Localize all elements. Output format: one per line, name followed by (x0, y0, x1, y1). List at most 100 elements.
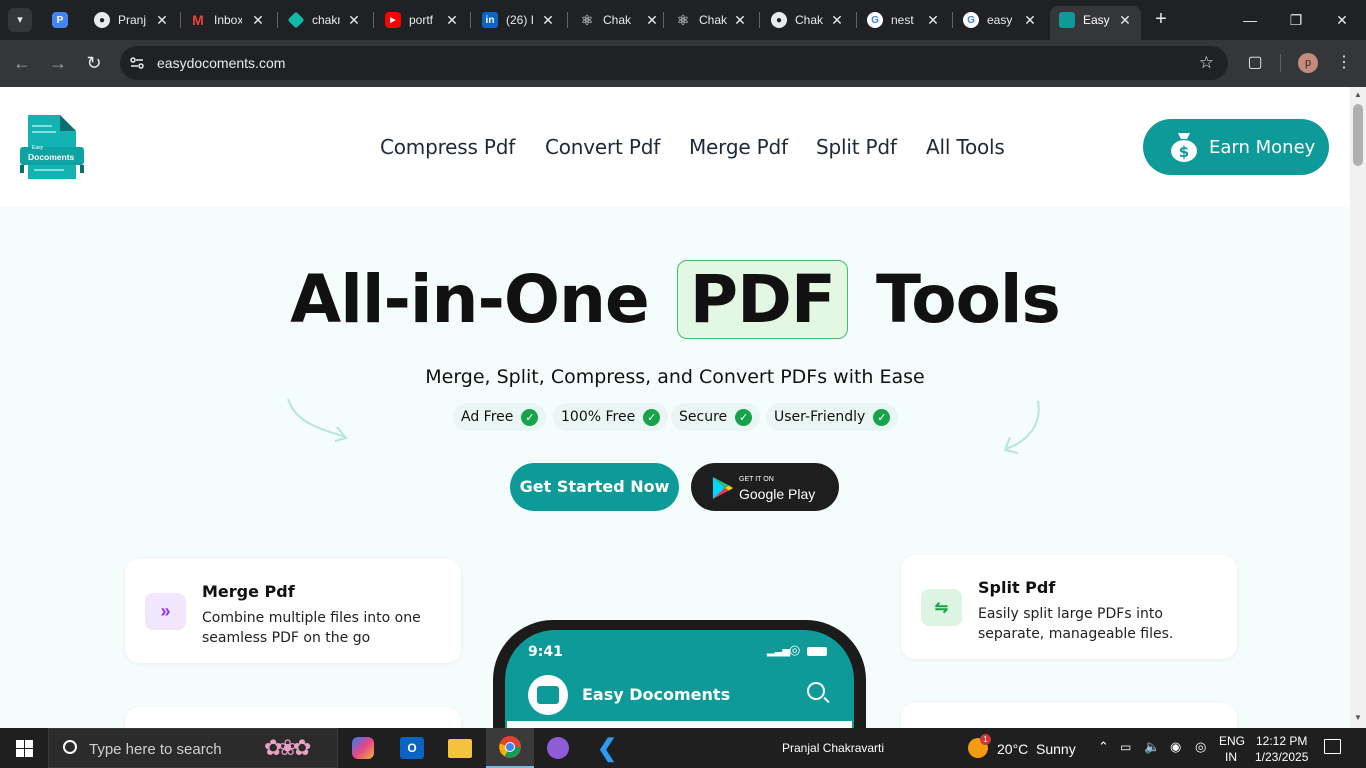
scrollbar-thumb[interactable] (1353, 104, 1363, 166)
close-icon[interactable]: ✕ (1115, 10, 1135, 30)
close-icon[interactable]: ✕ (923, 10, 943, 30)
tab-9[interactable]: G nest ✕ (867, 6, 943, 34)
close-icon[interactable]: ✕ (344, 10, 364, 30)
taskbar-github-desktop[interactable] (534, 728, 582, 768)
get-started-button[interactable]: Get Started Now (510, 463, 679, 511)
forward-button[interactable]: → (46, 52, 70, 76)
close-icon[interactable]: ✕ (730, 10, 750, 30)
close-icon[interactable]: ✕ (827, 10, 847, 30)
close-icon[interactable]: ✕ (538, 10, 558, 30)
restore-button[interactable]: ❐ (1284, 8, 1308, 32)
tab-separator (663, 12, 664, 28)
windows-taskbar: Type here to search ✿❀✿ O ❮ Pranjal Chak… (0, 728, 1366, 768)
github-icon: ● (771, 12, 787, 28)
earn-money-label: Earn Money (1209, 136, 1316, 158)
site-logo[interactable]: Easy Docoments (20, 115, 84, 179)
weather-condition: Sunny (1036, 741, 1076, 757)
tab-title: Pranj (118, 13, 146, 27)
wifi-icon[interactable]: ◎ (1195, 739, 1206, 755)
menu-kebab-icon[interactable]: ⋮ (1334, 52, 1354, 74)
lang-line1: ENG (1219, 734, 1246, 748)
taskbar-outlook[interactable]: O (388, 728, 436, 768)
clock-date: 1/23/2025 (1255, 750, 1309, 764)
tab-8[interactable]: ● Chak ✕ (771, 6, 847, 34)
google-play-button[interactable]: GET IT ON Google Play (691, 463, 839, 511)
reload-button[interactable]: ↻ (82, 52, 106, 76)
notification-center-button[interactable] (1318, 736, 1348, 760)
weather-widget[interactable]: 1 20°C Sunny (966, 734, 1086, 762)
address-bar[interactable]: easydocoments.com ☆ (120, 46, 1228, 80)
react-icon: ⚛ (676, 11, 690, 28)
nav-all-tools[interactable]: All Tools (926, 135, 1005, 159)
nav-split-pdf[interactable]: Split Pdf (816, 135, 897, 159)
hero-title-before: All-in-One (290, 261, 650, 338)
close-icon[interactable]: ✕ (152, 10, 172, 30)
close-icon[interactable]: ✕ (1020, 10, 1040, 30)
feature-card-merge[interactable]: » Merge Pdf Combine multiple files into … (125, 559, 461, 663)
close-window-button[interactable]: ✕ (1330, 8, 1354, 32)
tab-7[interactable]: ⚛ Chak ✕ (675, 6, 750, 34)
tab-5[interactable]: in (26) I ✕ (482, 6, 558, 34)
taskbar-file-explorer[interactable] (436, 728, 484, 768)
taskbar-copilot[interactable] (339, 728, 387, 768)
feature-card-partial-right[interactable] (901, 703, 1237, 728)
site-settings-icon[interactable] (129, 55, 145, 71)
tab-11[interactable]: Easy ✕ (1059, 6, 1135, 34)
tab-4[interactable]: ▶ portf ✕ (385, 6, 462, 34)
start-button[interactable] (0, 728, 48, 768)
meet-now-icon[interactable]: ◉ (1170, 739, 1181, 755)
tab-separator (759, 12, 760, 28)
badge-label: Secure (679, 409, 728, 425)
easydocs-icon (1059, 12, 1075, 28)
tab-1[interactable]: ● Pranj ✕ (94, 6, 172, 34)
profile-avatar[interactable]: p (1298, 53, 1318, 73)
language-indicator[interactable]: ENG IN (1212, 732, 1246, 764)
nav-merge-pdf[interactable]: Merge Pdf (689, 135, 788, 159)
system-clock[interactable]: 12:12 PM 1/23/2025 (1250, 732, 1312, 764)
nav-convert-pdf[interactable]: Convert Pdf (545, 135, 660, 159)
browser-toolbar: ← → ↻ easydocoments.com ☆ ▢ p ⋮ (0, 40, 1366, 87)
feature-card-partial-left[interactable] (125, 707, 461, 728)
page-scrollbar[interactable]: ▲ ▼ (1350, 87, 1366, 728)
tab-0[interactable]: P (52, 6, 82, 34)
new-tab-button[interactable]: + (1149, 8, 1173, 32)
battery-icon[interactable]: ▭ (1120, 740, 1131, 754)
tab-search-button[interactable]: ▾ (8, 8, 32, 32)
web-page: Easy Docoments Compress Pdf Convert Pdf … (0, 87, 1350, 728)
taskbar-user-name[interactable]: Pranjal Chakravarti (782, 741, 884, 755)
tab-separator (277, 12, 278, 28)
taskbar-vscode[interactable]: ❮ (583, 728, 631, 768)
phone-screen: 9:41 ▂▃▅ ◎ Easy Docoments (505, 630, 854, 728)
minimize-button[interactable]: — (1238, 8, 1262, 32)
folder-icon (448, 738, 472, 758)
close-icon[interactable]: ✕ (642, 10, 662, 30)
taskbar-search-box[interactable]: Type here to search ✿❀✿ (48, 728, 338, 768)
close-icon[interactable]: ✕ (248, 10, 268, 30)
feature-card-split[interactable]: ⇋ Split Pdf Easily split large PDFs into… (901, 555, 1237, 659)
tab-10[interactable]: G easy ✕ (963, 6, 1040, 34)
scroll-up-arrow[interactable]: ▲ (1354, 90, 1362, 99)
wifi-icon: ◎ (789, 642, 801, 657)
close-icon[interactable]: ✕ (442, 10, 462, 30)
taskbar-chrome[interactable] (486, 728, 534, 768)
github-icon: ● (94, 12, 110, 28)
google-play-big-label: Google Play (739, 486, 816, 502)
bookmark-star-icon[interactable]: ☆ (1199, 53, 1214, 73)
scroll-down-arrow[interactable]: ▼ (1354, 713, 1362, 722)
tab-3[interactable]: chakr ✕ (287, 6, 364, 34)
tab-strip: ▾ P ● Pranj ✕ M Inbox ✕ chakr ✕ ▶ portf … (0, 0, 1366, 40)
earn-money-button[interactable]: $ Earn Money (1143, 119, 1329, 175)
volume-icon[interactable]: 🔈 (1144, 739, 1160, 755)
tab-title: easy (987, 13, 1013, 27)
phone-content-panel (507, 721, 852, 728)
flowers-search-highlight-icon: ✿❀✿ (264, 735, 311, 760)
extensions-icon[interactable]: ▢ (1244, 52, 1266, 74)
logo-line1: Easy (32, 145, 44, 151)
back-button[interactable]: ← (10, 52, 34, 76)
tab-6[interactable]: ⚛ Chak ✕ (579, 6, 662, 34)
nav-compress-pdf[interactable]: Compress Pdf (380, 135, 515, 159)
tab-2[interactable]: M Inbox ✕ (190, 6, 268, 34)
gmail-icon: M (192, 12, 204, 28)
tab-search-icon: P (52, 12, 68, 28)
tray-chevron-up-icon[interactable]: ⌃ (1098, 739, 1109, 755)
